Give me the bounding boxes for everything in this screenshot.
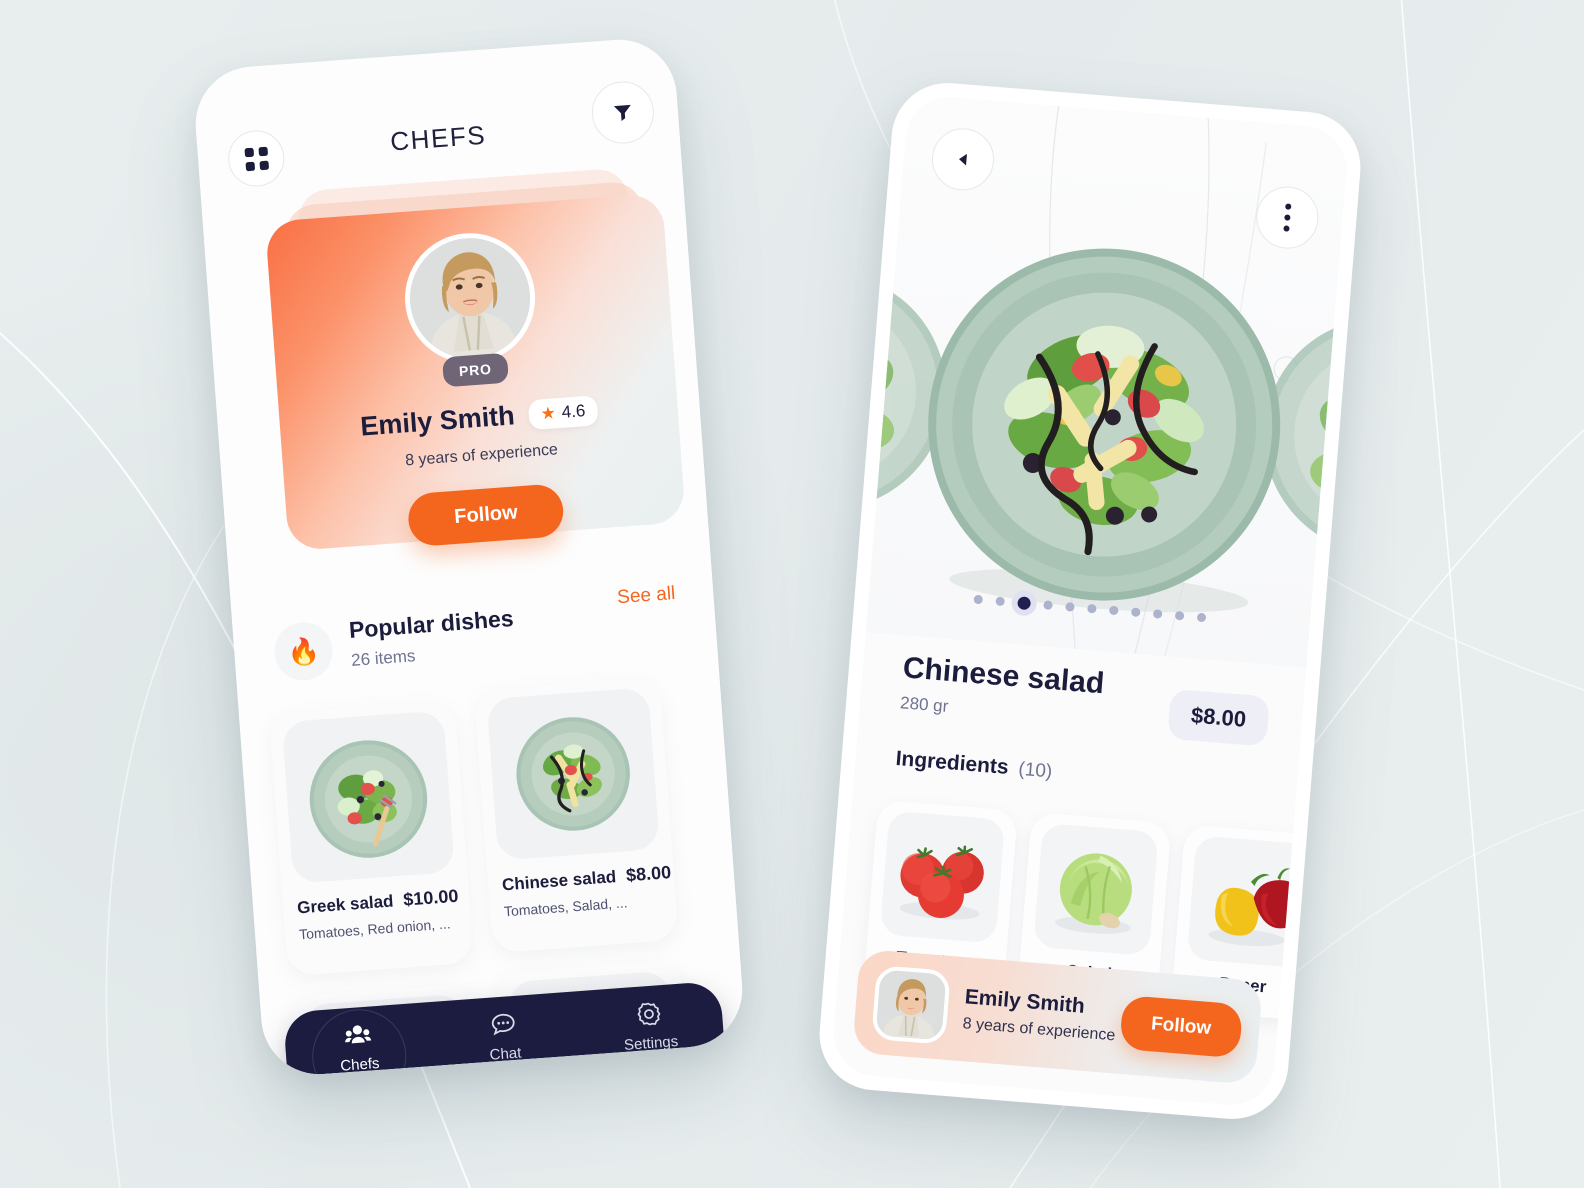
left-screen: CHEFS PRO Emily Smith ★ 4.6 8 years of e… — [191, 35, 747, 1079]
nav-item-chat[interactable]: Chat — [447, 1007, 561, 1067]
carousel-dot-active[interactable] — [1016, 596, 1031, 611]
ingredient-thumbnail — [1033, 822, 1159, 956]
phone-mockup-chefs-list: CHEFS PRO Emily Smith ★ 4.6 8 years of e… — [191, 35, 747, 1079]
chef-hero-card[interactable]: PRO Emily Smith ★ 4.6 8 years of experie… — [264, 192, 687, 552]
carousel-dot[interactable] — [1196, 612, 1206, 623]
ingredients-header: Ingredients (10) — [895, 747, 1053, 784]
popular-dishes-count: 26 items — [350, 646, 417, 670]
ingredient-thumbnail — [1186, 835, 1313, 969]
carousel-dot[interactable] — [972, 594, 983, 605]
dish-name: Chinese salad — [501, 867, 617, 895]
back-arrow-icon — [959, 153, 967, 166]
carousel-dot[interactable] — [1108, 605, 1119, 616]
dish-detail-header: Chinese salad 280 gr $8.00 — [899, 651, 1271, 747]
avatar-photo — [405, 233, 535, 363]
carousel-dot[interactable] — [1064, 602, 1075, 612]
dish-ingredients: Tomatoes, Salad, ... — [503, 894, 629, 920]
carousel-dot[interactable] — [1174, 610, 1184, 621]
dish-meta: Chinese salad $8.00 Tomatoes, Salad, ... — [501, 862, 671, 920]
dish-price: $10.00 — [402, 885, 459, 910]
chinese-salad-image — [516, 717, 630, 831]
popular-dishes-header: 🔥 Popular dishes 26 items See all — [272, 582, 689, 690]
tomatoes-icon — [899, 845, 984, 920]
filter-icon — [613, 104, 631, 121]
rating-value: 4.6 — [560, 400, 586, 422]
rating-badge: ★ 4.6 — [527, 394, 599, 430]
ingredient-thumbnail — [879, 810, 1006, 944]
follow-button[interactable]: Follow — [1119, 994, 1244, 1059]
bell-pepper-icon — [1208, 868, 1302, 947]
dish-card[interactable]: Chinese salad $8.00 Tomatoes, Salad, ... — [473, 676, 679, 954]
carousel-dot[interactable] — [1130, 607, 1141, 618]
carousel-dot[interactable] — [994, 596, 1005, 607]
dish-meta: Greek salad $10.00 Tomatoes, Red onion, … — [296, 886, 461, 943]
dish-thumbnail — [486, 687, 660, 861]
follow-button[interactable]: Follow — [406, 483, 566, 548]
avatar — [871, 965, 951, 1045]
popular-dishes-title: Popular dishes — [348, 604, 515, 643]
ingredients-count: (10) — [1017, 758, 1053, 783]
dish-photo-carousel[interactable] — [865, 93, 1350, 668]
nav-item-chefs[interactable]: Chefs — [302, 1017, 416, 1077]
pro-badge: PRO — [441, 352, 509, 388]
people-icon — [345, 1025, 372, 1044]
phone-mockup-dish-detail: Chinese salad 280 gr $8.00 Ingredients (… — [815, 78, 1365, 1124]
dish-thumbnail — [281, 710, 456, 884]
star-icon: ★ — [539, 403, 557, 424]
dish-price: $8.00 — [625, 862, 672, 886]
dish-ingredients: Tomatoes, Red onion, ... — [298, 915, 452, 943]
screenshot-canvas: CHEFS PRO Emily Smith ★ 4.6 8 years of e… — [0, 0, 1584, 1188]
avatar-photo — [875, 969, 947, 1045]
chef-name: Emily Smith — [359, 400, 516, 442]
more-vertical-icon — [1283, 203, 1292, 232]
carousel-dot[interactable] — [1086, 603, 1097, 614]
dish-card[interactable]: Greek salad $10.00 Tomatoes, Red onion, … — [268, 699, 474, 977]
right-screen: Chinese salad 280 gr $8.00 Ingredients (… — [830, 93, 1350, 1109]
see-all-link[interactable]: See all — [617, 583, 677, 609]
dish-price-badge: $8.00 — [1167, 688, 1270, 747]
dish-photo-current[interactable] — [902, 224, 1307, 629]
gear-icon — [637, 1002, 661, 1026]
chat-bubble-icon — [491, 1013, 515, 1036]
chef-footer-text: Emily Smith 8 years of experience — [962, 985, 1123, 1046]
ingredients-label: Ingredients — [894, 746, 1010, 779]
carousel-dot[interactable] — [1042, 600, 1053, 610]
dish-name: Greek salad — [296, 891, 395, 918]
greek-salad-image — [309, 740, 428, 858]
avatar — [400, 228, 540, 368]
fire-icon: 🔥 — [272, 620, 335, 683]
lettuce-icon — [1055, 853, 1132, 934]
nav-item-settings[interactable]: Settings — [593, 996, 707, 1056]
carousel-dot[interactable] — [1152, 609, 1163, 619]
